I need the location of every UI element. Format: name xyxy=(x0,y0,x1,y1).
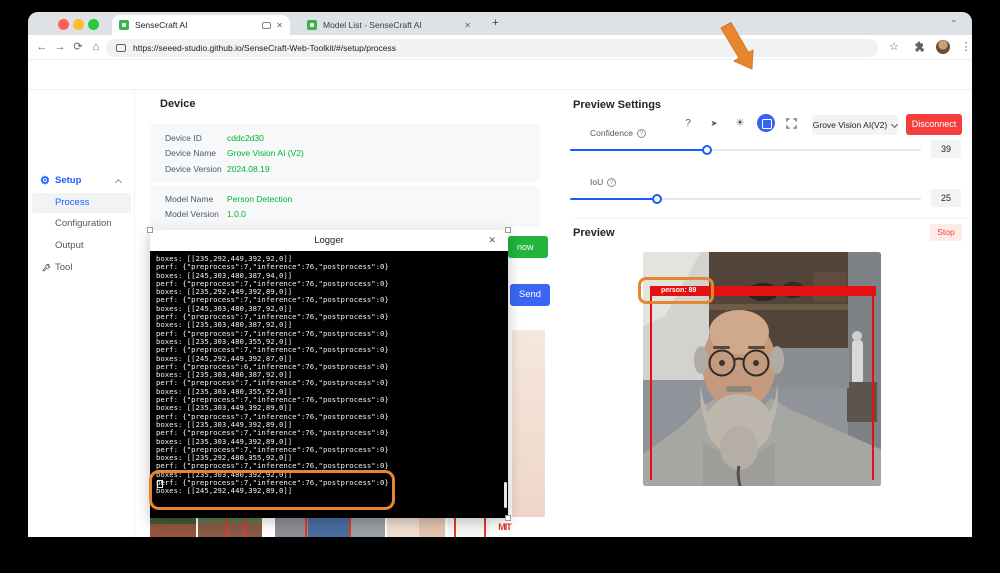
tab-favicon-icon xyxy=(119,20,129,30)
confidence-slider[interactable] xyxy=(570,149,921,151)
iou-label: IoU ? xyxy=(590,177,616,187)
detection-line xyxy=(244,517,246,537)
wrench-icon xyxy=(41,263,51,273)
sidebar-item-setup[interactable]: ⚙ Setup xyxy=(32,172,131,190)
tab-activity-icon xyxy=(262,22,271,29)
info-row: Device Version2024.08.19 xyxy=(165,161,540,177)
chevron-down-icon xyxy=(891,120,898,127)
tab-model-list[interactable]: Model List - SenseCraft AI ✕ xyxy=(300,15,478,35)
detection-box-left xyxy=(650,296,652,480)
annotation-box-logger xyxy=(149,470,395,510)
detection-line xyxy=(484,517,486,537)
flash-now-button[interactable]: now xyxy=(508,236,548,258)
sidebar-item-configuration[interactable]: Configuration xyxy=(32,215,131,233)
scrollbar[interactable] xyxy=(504,482,507,508)
iou-slider[interactable] xyxy=(570,198,921,200)
home-button[interactable]: ⌂ xyxy=(88,39,104,55)
app-header: SenseCraft ? ➤ ☀ Grove Vision AI(V2) Dis… xyxy=(28,60,972,90)
detection-line xyxy=(454,517,456,537)
preview-title: Preview xyxy=(573,227,615,239)
detection-line xyxy=(349,517,351,537)
sidebar-item-label: Tool xyxy=(55,262,72,273)
close-icon[interactable]: ✕ xyxy=(488,230,496,251)
detection-box-right xyxy=(872,296,874,480)
help-circle-icon[interactable]: ? xyxy=(607,178,616,187)
site-info-icon[interactable] xyxy=(116,44,126,52)
confidence-slider-handle[interactable] xyxy=(702,145,712,155)
detection-line xyxy=(226,517,228,537)
browser-window: SenseCraft AI ✕ Model List - SenseCraft … xyxy=(28,12,972,537)
annotation-arrow-icon xyxy=(712,22,766,74)
sidebar: ⚙ Setup Process Configuration Output Too… xyxy=(28,90,135,537)
help-icon[interactable]: ? xyxy=(680,115,696,131)
tab-close-icon[interactable]: ✕ xyxy=(464,21,471,30)
disconnect-button[interactable]: Disconnect xyxy=(906,114,962,135)
window-close-button[interactable] xyxy=(58,19,69,30)
logger-titlebar[interactable]: Logger ✕ xyxy=(150,230,508,251)
tab-favicon-icon xyxy=(307,20,317,30)
browser-menu-icon[interactable]: ⋮ xyxy=(958,39,972,55)
forward-button[interactable]: → xyxy=(52,39,68,55)
window-zoom-button[interactable] xyxy=(88,19,99,30)
confidence-value: 39 xyxy=(931,140,961,158)
device-section-title: Device xyxy=(160,98,195,110)
annotation-box-person-label xyxy=(638,277,714,304)
gear-icon: ⚙ xyxy=(40,175,50,187)
detection-line xyxy=(305,517,307,537)
device-info-card: Device IDcddc2d30Device NameGrove Vision… xyxy=(150,124,540,182)
sample-image[interactable] xyxy=(150,517,196,537)
fullscreen-icon[interactable] xyxy=(783,115,799,131)
pointer-tool-icon[interactable]: ➤ xyxy=(706,115,722,131)
tab-sensecraft[interactable]: SenseCraft AI ✕ xyxy=(112,15,290,35)
tab-close-icon[interactable]: ✕ xyxy=(276,21,283,30)
background-content xyxy=(512,330,545,517)
sample-image[interactable] xyxy=(198,517,262,537)
send-button[interactable]: Send xyxy=(510,284,550,306)
url-text: https://seeed-studio.github.io/SenseCraf… xyxy=(133,43,396,53)
sidebar-item-tool[interactable]: Tool xyxy=(32,259,131,277)
chevron-up-icon xyxy=(115,179,122,186)
new-tab-button[interactable]: + xyxy=(488,16,503,31)
preview-settings-title: Preview Settings xyxy=(573,99,661,111)
tab-title: SenseCraft AI xyxy=(135,20,258,30)
browser-toolbar: ← → ⟳ ⌂ https://seeed-studio.github.io/S… xyxy=(28,35,972,60)
info-row: Device NameGrove Vision AI (V2) xyxy=(165,146,540,162)
screen: SenseCraft AI ✕ Model List - SenseCraft … xyxy=(0,0,1000,573)
resize-handle[interactable] xyxy=(147,227,153,233)
sample-image[interactable] xyxy=(448,517,490,537)
info-row: Model NamePerson Detection xyxy=(165,191,540,207)
help-circle-icon[interactable]: ? xyxy=(637,129,646,138)
sidebar-item-output[interactable]: Output xyxy=(32,237,131,255)
theme-icon[interactable]: ☀ xyxy=(732,115,748,131)
device-select[interactable]: Grove Vision AI(V2) xyxy=(812,115,898,135)
extensions-icon[interactable] xyxy=(912,39,928,55)
bookmark-star-icon[interactable]: ☆ xyxy=(886,39,902,55)
sample-image[interactable] xyxy=(387,517,445,537)
back-button[interactable]: ← xyxy=(34,39,50,55)
logger-tool-icon[interactable] xyxy=(757,114,775,132)
tab-overflow-icon[interactable]: ⌄ xyxy=(950,14,958,25)
sample-image[interactable] xyxy=(275,517,385,537)
iou-value: 25 xyxy=(931,189,961,207)
resize-handle[interactable] xyxy=(505,515,511,521)
info-row: Model Version1.0.0 xyxy=(165,207,540,223)
sidebar-item-process[interactable]: Process xyxy=(32,193,131,213)
device-select-value: Grove Vision AI(V2) xyxy=(813,120,888,130)
info-row: Device IDcddc2d30 xyxy=(165,130,540,146)
model-info-card: Model NamePerson DetectionModel Version1… xyxy=(150,186,540,227)
profile-avatar[interactable] xyxy=(936,40,950,54)
logger-title: Logger xyxy=(150,230,508,251)
iou-slider-handle[interactable] xyxy=(652,194,662,204)
tab-strip: SenseCraft AI ✕ Model List - SenseCraft … xyxy=(28,12,972,35)
window-minimize-button[interactable] xyxy=(73,19,84,30)
resize-handle[interactable] xyxy=(505,227,511,233)
confidence-label: Confidence ? xyxy=(590,128,646,138)
tab-title: Model List - SenseCraft AI xyxy=(323,20,459,30)
reload-button[interactable]: ⟳ xyxy=(70,39,86,55)
stop-button[interactable]: Stop xyxy=(930,224,962,241)
sidebar-item-label: Setup xyxy=(55,175,81,186)
divider xyxy=(573,218,970,219)
